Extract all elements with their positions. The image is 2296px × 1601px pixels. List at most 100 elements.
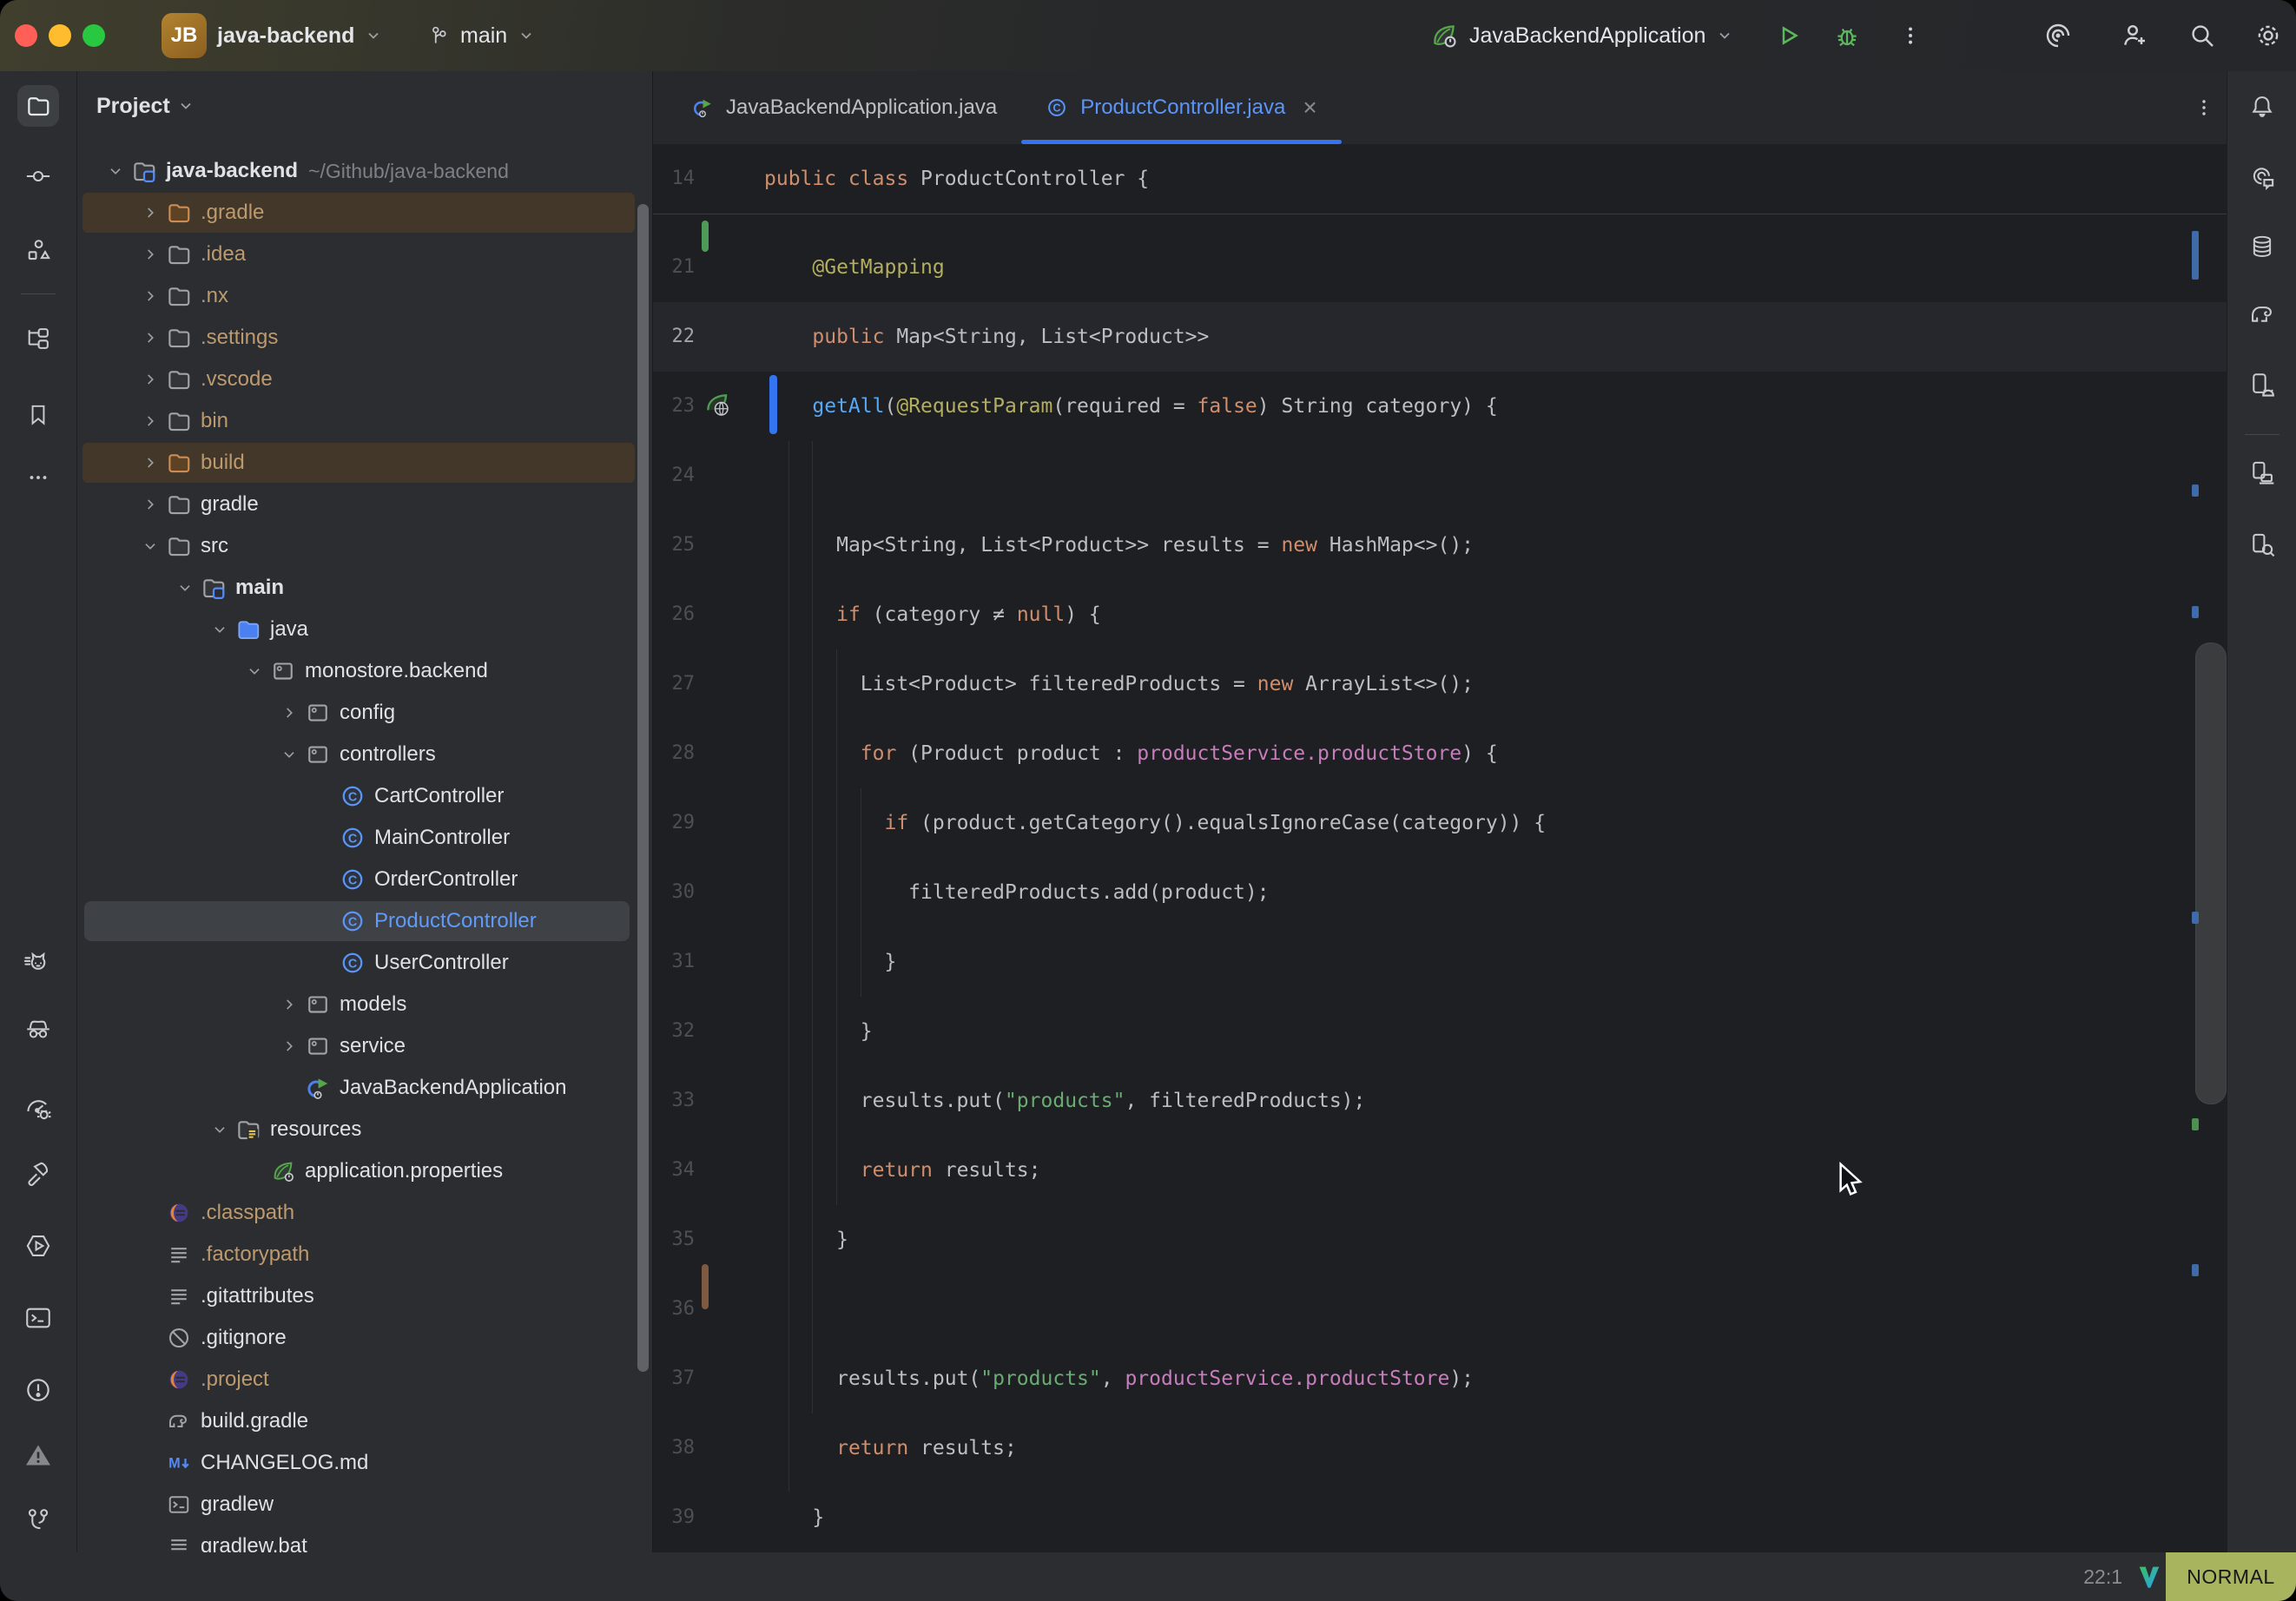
structure-tool-button[interactable] <box>17 229 59 271</box>
chevron-collapsed-icon[interactable] <box>274 692 305 734</box>
run-config-widget[interactable]: JavaBackendApplication <box>1429 0 1733 71</box>
chevron-collapsed-icon[interactable] <box>135 317 166 359</box>
tree-item-cartcontroller[interactable]: CCartController <box>77 775 652 817</box>
project-panel-header[interactable]: Project <box>96 85 195 127</box>
ideavim-icon[interactable] <box>2134 1562 2164 1591</box>
tree-item-monostore-backend[interactable]: monostore.backend <box>77 650 652 692</box>
vcs-changed-marker[interactable] <box>702 1264 709 1309</box>
more-tool-windows-button[interactable] <box>17 457 59 498</box>
warnings-tool-button[interactable] <box>17 1434 59 1476</box>
code-line-26[interactable]: 26 if (category ≠ null) { <box>653 580 2227 649</box>
tree-item--vscode[interactable]: .vscode <box>77 359 652 400</box>
chevron-collapsed-icon[interactable] <box>135 442 166 484</box>
minimize-window-button[interactable] <box>49 24 71 47</box>
tree-item-maincontroller[interactable]: CMainController <box>77 817 652 859</box>
zoom-window-button[interactable] <box>82 24 105 47</box>
code-line-38[interactable]: 38 return results; <box>653 1413 2227 1483</box>
code-line-33[interactable]: 33 results.put("products", filteredProdu… <box>653 1066 2227 1136</box>
problems-tool-button[interactable] <box>17 1369 59 1411</box>
tree-item-ordercontroller[interactable]: COrderController <box>77 859 652 900</box>
code-line-22[interactable]: 22 public Map<String, List<Product>> <box>653 302 2227 372</box>
tree-item--gitignore[interactable]: .gitignore <box>77 1317 652 1359</box>
chevron-expanded-icon[interactable] <box>274 734 305 775</box>
chevron-collapsed-icon[interactable] <box>274 1025 305 1067</box>
editor-scrollbar[interactable] <box>2195 642 2227 1104</box>
chevron-expanded-icon[interactable] <box>204 609 235 650</box>
code-line-29[interactable]: 29 if (product.getCategory().equalsIgnor… <box>653 788 2227 858</box>
code-line-23[interactable]: 23 getAll(@RequestParam(required = false… <box>653 372 2227 441</box>
project-icon[interactable]: JB <box>162 13 207 58</box>
device-manager-tool-button[interactable] <box>2241 365 2283 406</box>
tree-item-models[interactable]: models <box>77 984 652 1025</box>
branch-widget[interactable]: main <box>427 0 535 71</box>
bookmarks-tool-button[interactable] <box>17 394 59 436</box>
chevron-collapsed-icon[interactable] <box>135 192 166 234</box>
tree-item--factorypath[interactable]: .factorypath <box>77 1234 652 1275</box>
stripe-mark[interactable] <box>2192 484 2199 497</box>
tree-item--gradle[interactable]: .gradle <box>77 192 652 234</box>
settings-button[interactable] <box>2249 16 2287 55</box>
running-devices-tool-button[interactable] <box>2241 452 2283 494</box>
sticky-line[interactable]: 14 public class ProductController { <box>653 144 2227 214</box>
tree-item--nx[interactable]: .nx <box>77 275 652 317</box>
chevron-collapsed-icon[interactable] <box>135 234 166 275</box>
tree-item-java[interactable]: java <box>77 609 652 650</box>
git-tool-button[interactable] <box>17 1499 59 1541</box>
terminal-tool-button[interactable] <box>17 1297 59 1339</box>
vim-mode-badge[interactable]: NORMAL <box>2166 1552 2296 1601</box>
tree-item-application-properties[interactable]: application.properties <box>77 1150 652 1192</box>
commit-tool-button[interactable] <box>17 155 59 197</box>
code-line-30[interactable]: 30 filteredProducts.add(product); <box>653 858 2227 927</box>
code-line-35[interactable]: 35 } <box>653 1205 2227 1275</box>
tree-item-bin[interactable]: bin <box>77 400 652 442</box>
gradle-tool-button[interactable] <box>2241 294 2283 336</box>
ai-assistant-tool-button[interactable] <box>2241 156 2283 198</box>
tree-item-gradlew[interactable]: gradlew <box>77 1484 652 1525</box>
chevron-expanded-icon[interactable] <box>169 567 201 609</box>
chevron-collapsed-icon[interactable] <box>274 984 305 1025</box>
code-line-36[interactable]: 36 <box>653 1275 2227 1344</box>
chevron-expanded-icon[interactable] <box>204 1109 235 1150</box>
project-tool-button[interactable] <box>17 85 59 127</box>
tree-item-config[interactable]: config <box>77 692 652 734</box>
rest-endpoint-icon[interactable] <box>703 391 733 420</box>
tree-scrollbar[interactable] <box>637 204 649 1372</box>
tree-item-build[interactable]: build <box>77 442 652 484</box>
chevron-expanded-icon[interactable] <box>239 650 270 692</box>
project-widget[interactable]: java-backend <box>217 0 382 71</box>
profiler-tool-button[interactable] <box>17 1088 59 1130</box>
code-line-25[interactable]: 25 Map<String, List<Product>> results = … <box>653 511 2227 580</box>
close-tab-icon[interactable]: × <box>1303 94 1316 122</box>
vcs-added-marker[interactable] <box>702 221 709 252</box>
tree-item--settings[interactable]: .settings <box>77 317 652 359</box>
tab-javabackendapplication[interactable]: JavaBackendApplication.java <box>667 71 1021 144</box>
code-line-21[interactable]: 21 @GetMapping <box>653 233 2227 302</box>
build-tool-button[interactable] <box>17 1156 59 1197</box>
chevron-expanded-icon[interactable] <box>135 525 166 567</box>
code-line-34[interactable]: 34 return results; <box>653 1136 2227 1205</box>
add-user-button[interactable] <box>2115 16 2154 55</box>
code-line-37[interactable]: 37 results.put("products", productServic… <box>653 1344 2227 1413</box>
tree-item--idea[interactable]: .idea <box>77 234 652 275</box>
stripe-mark[interactable] <box>2192 1264 2199 1276</box>
stripe-mark[interactable] <box>2192 912 2199 924</box>
incognito-tool-button[interactable] <box>17 1009 59 1051</box>
tab-options-button[interactable] <box>2185 89 2223 127</box>
hierarchy-tool-button[interactable] <box>17 318 59 359</box>
stripe-mark[interactable] <box>2192 1118 2199 1130</box>
tree-item-javabackendapplication[interactable]: JavaBackendApplication <box>77 1067 652 1109</box>
tree-item-main[interactable]: main <box>77 567 652 609</box>
tree-item-usercontroller[interactable]: CUserController <box>77 942 652 984</box>
notifications-tool-button[interactable] <box>2241 86 2283 128</box>
tree-item--project[interactable]: .project <box>77 1359 652 1400</box>
stripe-mark[interactable] <box>2192 231 2199 280</box>
tree-item-build-gradle[interactable]: build.gradle <box>77 1400 652 1442</box>
tree-item-java-backend[interactable]: java-backend~/Github/java-backend <box>77 150 652 192</box>
tree-item--gitattributes[interactable]: .gitattributes <box>77 1275 652 1317</box>
tree-item-productcontroller[interactable]: CProductController <box>77 900 652 942</box>
debug-button[interactable] <box>1828 16 1866 55</box>
chevron-collapsed-icon[interactable] <box>135 484 166 525</box>
tree-item-resources[interactable]: resources <box>77 1109 652 1150</box>
search-button[interactable] <box>2183 16 2221 55</box>
tree-item-changelog-md[interactable]: MCHANGELOG.md <box>77 1442 652 1484</box>
